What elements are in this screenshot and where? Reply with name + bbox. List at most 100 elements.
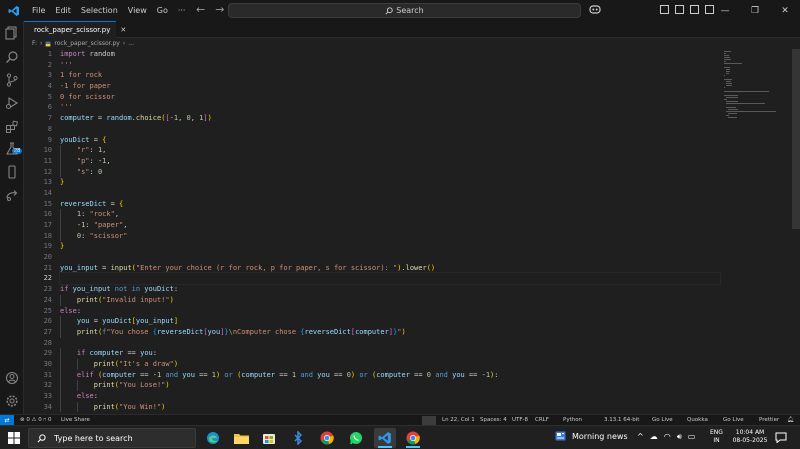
language-indicator[interactable]: ENG IN bbox=[710, 429, 723, 445]
chevron-up-icon[interactable]: ^ bbox=[637, 432, 644, 442]
code-line[interactable]: -1 for paper bbox=[60, 81, 720, 92]
menu-selection[interactable]: Selection bbox=[76, 6, 123, 15]
code-line[interactable] bbox=[60, 338, 720, 349]
minimap-line bbox=[724, 53, 726, 54]
code-line[interactable]: print("Invalid input!") bbox=[60, 294, 720, 306]
code-line[interactable]: "p": -1, bbox=[60, 155, 720, 167]
menu-edit[interactable]: Edit bbox=[50, 6, 76, 15]
menu-view[interactable]: View bbox=[123, 6, 152, 15]
code-line[interactable]: print("You Win!") bbox=[60, 401, 720, 413]
taskbar-edge-app[interactable] bbox=[202, 428, 224, 448]
code-line[interactable]: 1: "rock", bbox=[60, 209, 720, 220]
taskbar-bluetooth-app[interactable] bbox=[287, 428, 309, 448]
taskbar-vscode-app[interactable] bbox=[374, 428, 396, 448]
code-line[interactable]: ''' bbox=[60, 60, 720, 71]
minimap[interactable] bbox=[724, 49, 794, 149]
line-number: 16 bbox=[43, 210, 52, 219]
taskbar-chrome-app[interactable] bbox=[316, 428, 338, 448]
code-line[interactable]: -1: "paper", bbox=[60, 220, 720, 231]
taskbar-chrome-app-2[interactable] bbox=[402, 428, 424, 448]
code-line[interactable] bbox=[59, 272, 721, 286]
live-share-icon[interactable] bbox=[5, 188, 19, 202]
code-line[interactable]: ''' bbox=[60, 102, 720, 113]
store-icon bbox=[263, 434, 275, 444]
taskbar-file-explorer-app[interactable] bbox=[230, 428, 252, 448]
code-token: print bbox=[76, 327, 98, 336]
menu-go[interactable]: Go bbox=[152, 6, 173, 15]
code-line[interactable]: print("It's a draw") bbox=[60, 358, 720, 370]
code-line[interactable]: you_input = input("Enter your choice (r … bbox=[60, 263, 720, 274]
notification-icon[interactable] bbox=[775, 432, 787, 443]
gear-icon[interactable] bbox=[5, 394, 19, 408]
command-center-search[interactable]: Search bbox=[228, 3, 581, 18]
code-line[interactable]: else: bbox=[60, 391, 720, 402]
code-line[interactable]: print(f"You chose {reverseDict[you]}\nCo… bbox=[60, 326, 720, 338]
run-debug-icon[interactable] bbox=[5, 96, 19, 110]
code-token: == bbox=[275, 370, 292, 379]
line-number: 9 bbox=[47, 135, 52, 144]
code-line[interactable] bbox=[60, 252, 720, 263]
code-line[interactable]: "r": 1, bbox=[60, 145, 720, 156]
window-controls: — ❐ ✕ bbox=[710, 0, 800, 21]
taskbar-search-input[interactable]: Type here to search bbox=[28, 428, 196, 448]
menu-more[interactable]: ··· bbox=[173, 6, 191, 15]
search-icon[interactable] bbox=[5, 50, 19, 64]
explorer-icon[interactable] bbox=[5, 26, 19, 40]
remote-device-icon[interactable] bbox=[5, 165, 19, 179]
restore-icon[interactable]: ❐ bbox=[740, 0, 770, 21]
zoom-search-icon[interactable] bbox=[422, 416, 436, 425]
code-line[interactable]: } bbox=[60, 177, 720, 188]
code-line[interactable]: if you_input not in youDict: bbox=[60, 284, 720, 295]
menu-file[interactable]: File bbox=[27, 6, 50, 15]
news-widget[interactable]: Morning news bbox=[555, 431, 628, 441]
vertical-scrollbar[interactable] bbox=[792, 49, 800, 229]
code-line[interactable]: "s": 0 bbox=[60, 166, 720, 178]
code-line[interactable]: if computer == you: bbox=[60, 348, 720, 359]
source-control-icon[interactable] bbox=[5, 73, 19, 87]
wifi-icon[interactable]: ◠ bbox=[664, 432, 671, 442]
code-line[interactable]: 1 for rock bbox=[60, 70, 720, 81]
tab-rock-paper-scissor[interactable]: rock_paper_scissor.py ✕ bbox=[24, 21, 126, 38]
account-icon[interactable] bbox=[5, 371, 19, 385]
indent-guide bbox=[60, 220, 61, 231]
forward-arrow-icon[interactable]: → bbox=[215, 3, 224, 16]
line-number: 23 bbox=[43, 285, 52, 294]
code-line[interactable]: 0: "scissor" bbox=[60, 230, 720, 242]
extensions-icon[interactable] bbox=[5, 120, 19, 134]
code-line[interactable] bbox=[60, 124, 720, 135]
copilot-icon[interactable] bbox=[589, 4, 601, 17]
code-editor[interactable]: 1 2 3 4 5 6 7 8 9 10 11 12 13 14 15 16 17 18 19 20 21 22 23 24 2… bbox=[24, 49, 800, 414]
code-line[interactable]: you = youDict[you_input] bbox=[60, 316, 720, 327]
back-arrow-icon[interactable]: ← bbox=[196, 3, 205, 16]
breadcrumb-root[interactable]: F: bbox=[32, 40, 37, 47]
taskbar-whatsapp-app[interactable] bbox=[345, 428, 367, 448]
battery-icon[interactable]: ▭ bbox=[688, 432, 696, 442]
code-line[interactable]: youDict = { bbox=[60, 135, 720, 146]
code-line[interactable] bbox=[60, 188, 720, 199]
close-window-icon[interactable]: ✕ bbox=[770, 0, 800, 21]
code-line[interactable]: import random bbox=[60, 49, 720, 60]
toggle-primary-sidebar-icon[interactable] bbox=[675, 5, 684, 14]
system-clock[interactable]: 10:04 AM 08-05-2025 bbox=[730, 429, 770, 445]
code-line[interactable]: 0 for scissor bbox=[60, 92, 720, 103]
indent-guide bbox=[76, 401, 78, 413]
code-lines[interactable]: import random ''' 1 for rock -1 for paper 0 … bbox=[59, 49, 721, 413]
code-line[interactable]: } bbox=[60, 241, 720, 252]
code-line[interactable]: elif (computer == -1 and you == 1) or (c… bbox=[60, 369, 720, 381]
code-line[interactable]: reverseDict = { bbox=[60, 199, 720, 210]
breadcrumb-file[interactable]: rock_paper_scissor.py bbox=[54, 40, 119, 47]
code-line[interactable]: computer = random.choice([-1, 0, 1]) bbox=[60, 113, 720, 124]
code-line[interactable]: print("You Lose!") bbox=[60, 380, 720, 391]
minimize-icon[interactable]: — bbox=[710, 0, 740, 21]
toggle-panel-icon[interactable] bbox=[690, 5, 699, 14]
testing-flask-icon[interactable] bbox=[5, 142, 19, 156]
close-icon[interactable]: ✕ bbox=[120, 26, 126, 34]
windows-start-icon[interactable] bbox=[8, 432, 20, 444]
speaker-icon[interactable]: 🔊︎ bbox=[677, 432, 682, 442]
breadcrumb-more[interactable]: ... bbox=[128, 40, 134, 47]
taskbar-store-app[interactable] bbox=[258, 428, 280, 448]
code-line[interactable]: else: bbox=[60, 306, 720, 317]
cloud-icon[interactable]: ☁ bbox=[650, 432, 658, 442]
customize-layout-icon[interactable] bbox=[660, 5, 669, 14]
